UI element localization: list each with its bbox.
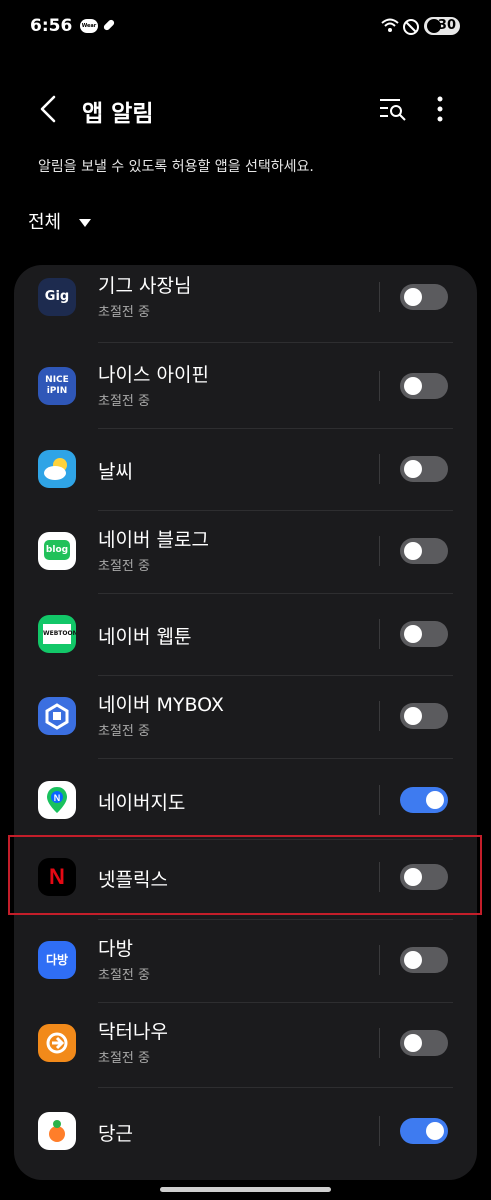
page-title: 앱 알림 xyxy=(82,101,154,127)
app-name: 네이버 MYBOX xyxy=(98,694,224,716)
toggle-knob xyxy=(404,377,422,395)
wear-icon: Wear xyxy=(80,19,98,33)
divider xyxy=(379,701,380,731)
dabang-app-icon: 다방 xyxy=(38,941,76,979)
highlight-box xyxy=(8,835,482,915)
doctornow-app-icon xyxy=(38,1024,76,1062)
app-status: 초절전 중 xyxy=(98,1051,150,1066)
gig-app-icon: Gig xyxy=(38,278,76,316)
more-options-icon[interactable] xyxy=(436,96,444,126)
notification-toggle[interactable] xyxy=(400,787,448,813)
page-description: 알림을 보낼 수 있도록 허용할 앱을 선택하세요. xyxy=(38,159,314,175)
app-name: 당근 xyxy=(98,1123,133,1145)
do-not-disturb-icon xyxy=(402,18,420,40)
divider xyxy=(379,536,380,566)
divider xyxy=(379,1028,380,1058)
notification-toggle[interactable] xyxy=(400,456,448,482)
svg-text:N: N xyxy=(54,793,61,803)
wifi-icon xyxy=(380,17,400,39)
row-separator xyxy=(98,510,453,511)
notification-toggle[interactable] xyxy=(400,1030,448,1056)
naver-blog-app-icon: blog xyxy=(38,532,76,570)
app-list: Gig 초절전 중 기그 사장님 NICE iPIN 초절전 중 나이스 아이핀 날씨 blog… xyxy=(14,265,477,1180)
battery-indicator: 30 xyxy=(424,17,460,35)
app-status: 초절전 중 xyxy=(98,724,150,739)
filter-dropdown[interactable]: 전체 xyxy=(28,208,91,234)
app-name: 네이버 웹툰 xyxy=(98,626,192,648)
pill-icon xyxy=(101,17,117,37)
notification-toggle[interactable] xyxy=(400,373,448,399)
naver-mybox-app-icon xyxy=(38,697,76,735)
app-name: 네이버지도 xyxy=(98,792,186,814)
app-name: 날씨 xyxy=(98,461,133,483)
leaf-icon xyxy=(427,19,441,33)
row-separator xyxy=(98,1002,453,1003)
row-separator xyxy=(98,1087,453,1088)
weather-app-icon xyxy=(38,450,76,488)
divider xyxy=(379,1116,380,1146)
row-separator xyxy=(98,675,453,676)
divider xyxy=(379,282,380,312)
notification-toggle[interactable] xyxy=(400,284,448,310)
app-name: 다방 xyxy=(98,938,133,960)
dropdown-arrow-icon xyxy=(78,219,91,227)
app-name: 기그 사장님 xyxy=(98,275,192,297)
toggle-knob xyxy=(404,542,422,560)
toggle-knob xyxy=(404,460,422,478)
app-status: 초절전 중 xyxy=(98,394,150,409)
row-separator xyxy=(98,428,453,429)
app-status: 초절전 중 xyxy=(98,968,150,983)
toggle-knob xyxy=(426,1122,444,1140)
toggle-knob xyxy=(426,791,444,809)
app-bar: 앱 알림 xyxy=(0,80,491,140)
naver-webtoon-app-icon: WEBTOON xyxy=(38,615,76,653)
app-status: 초절전 중 xyxy=(98,305,150,320)
status-time: 6:56 xyxy=(30,16,73,36)
toggle-knob xyxy=(404,707,422,725)
divider xyxy=(379,371,380,401)
row-separator xyxy=(98,919,453,920)
app-name: 네이버 블로그 xyxy=(98,529,209,551)
app-name: 나이스 아이핀 xyxy=(98,364,209,386)
row-separator xyxy=(98,758,453,759)
toggle-knob xyxy=(404,625,422,643)
filter-label: 전체 xyxy=(28,212,62,233)
app-name: 닥터나우 xyxy=(98,1021,168,1043)
notification-toggle[interactable] xyxy=(400,947,448,973)
row-separator xyxy=(98,342,453,343)
nice-ipin-app-icon: NICE iPIN xyxy=(38,367,76,405)
home-indicator[interactable] xyxy=(160,1187,331,1192)
toggle-knob xyxy=(404,1034,422,1052)
search-list-icon[interactable] xyxy=(378,96,408,126)
notification-toggle[interactable] xyxy=(400,703,448,729)
divider xyxy=(379,945,380,975)
app-status: 초절전 중 xyxy=(98,559,150,574)
divider xyxy=(379,454,380,484)
status-bar: 6:56 Wear 30 xyxy=(0,0,491,54)
naver-map-app-icon: N xyxy=(38,781,76,819)
notification-toggle[interactable] xyxy=(400,1118,448,1144)
divider xyxy=(379,619,380,649)
divider xyxy=(379,785,380,815)
back-icon[interactable] xyxy=(36,94,60,128)
notification-toggle[interactable] xyxy=(400,538,448,564)
notification-toggle[interactable] xyxy=(400,621,448,647)
toggle-knob xyxy=(404,288,422,306)
toggle-knob xyxy=(404,951,422,969)
daangn-app-icon xyxy=(38,1112,76,1150)
row-separator xyxy=(98,593,453,594)
